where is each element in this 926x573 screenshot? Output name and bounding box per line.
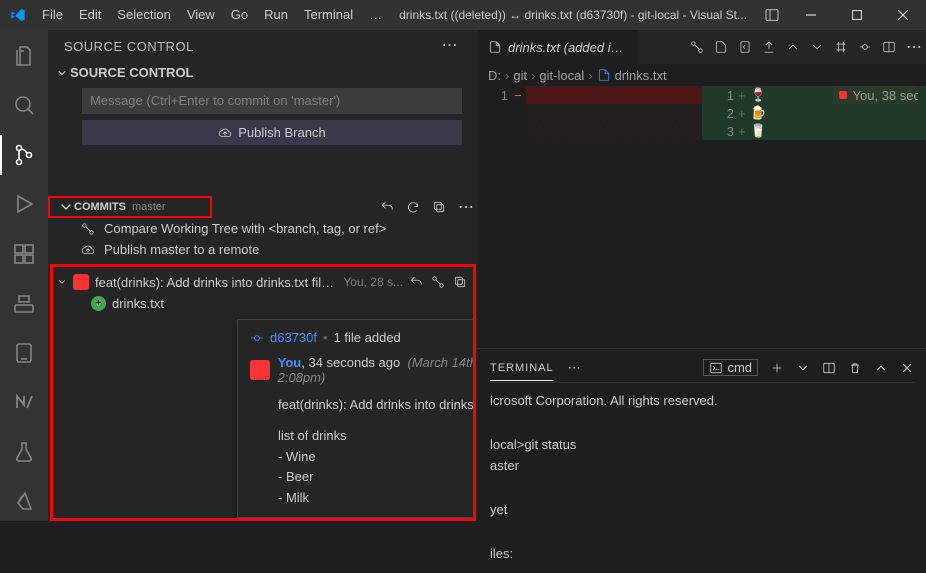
- panel-more-icon[interactable]: ⋯: [442, 38, 459, 54]
- compare-icon[interactable]: [690, 40, 704, 54]
- compare-icon[interactable]: [431, 275, 445, 289]
- menu-edit[interactable]: Edit: [71, 0, 109, 30]
- trash-icon[interactable]: [848, 361, 862, 375]
- remote-icon[interactable]: [0, 284, 48, 324]
- breadcrumbs[interactable]: D:› git› git-local› drinks.txt: [478, 64, 926, 86]
- diff-editor[interactable]: 1 − 1+🍷 You, 38 sec 2+🍺 3+🥛: [478, 86, 926, 140]
- azure-icon[interactable]: [0, 482, 48, 522]
- terminal-panel: TERMINAL ⋯ cmd icrosoft Corporation. All…: [478, 348, 926, 521]
- explorer-icon[interactable]: [0, 36, 48, 76]
- commits-header[interactable]: COMMITS master: [48, 196, 212, 218]
- terminal-profile[interactable]: cmd: [703, 359, 758, 376]
- next-change-icon[interactable]: [810, 40, 824, 54]
- avatar: [73, 274, 89, 290]
- commit-file-entry[interactable]: + drinks.txt: [57, 293, 469, 313]
- cloud-upload-icon: [218, 126, 232, 140]
- avatar: [250, 360, 270, 380]
- menu-file[interactable]: File: [34, 0, 71, 30]
- compare-tree-action[interactable]: Compare Working Tree with <branch, tag, …: [48, 218, 478, 239]
- tablet-icon[interactable]: [0, 333, 48, 373]
- menu-view[interactable]: View: [179, 0, 223, 30]
- menu-go[interactable]: Go: [223, 0, 256, 30]
- minimap[interactable]: [918, 86, 926, 140]
- cloud-upload-icon: [81, 243, 95, 257]
- terminal-body[interactable]: icrosoft Corporation. All rights reserve…: [490, 383, 914, 573]
- more-icon[interactable]: ⋯: [458, 197, 474, 217]
- chevron-up-icon[interactable]: [874, 361, 888, 375]
- more-icon[interactable]: ⋯: [906, 37, 922, 57]
- scm-section-header[interactable]: SOURCE CONTROL: [48, 62, 478, 84]
- publish-remote-action[interactable]: Publish master to a remote: [48, 239, 478, 260]
- publish-branch-button[interactable]: Publish Branch: [82, 120, 462, 146]
- file-icon: [488, 40, 502, 54]
- terminal-icon: [709, 361, 723, 375]
- chevron-down-icon: [57, 274, 67, 290]
- commit-message-input[interactable]: [82, 88, 462, 114]
- compare-icon: [81, 222, 95, 236]
- menu-terminal[interactable]: Terminal: [296, 0, 361, 30]
- commit-body-line: - Beer: [278, 467, 476, 488]
- prev-change-icon[interactable]: [786, 40, 800, 54]
- split-terminal-icon[interactable]: [822, 361, 836, 375]
- window-title: drinks.txt ((deleted)) ↔ drinks.txt (d63…: [390, 8, 756, 22]
- commits-toolbar: ⋯: [380, 197, 478, 217]
- upload-icon[interactable]: [762, 40, 776, 54]
- undo-icon[interactable]: [380, 200, 394, 214]
- blame-annotation[interactable]: You, 38 sec: [833, 86, 926, 104]
- debug-icon[interactable]: [0, 185, 48, 225]
- chevron-down-icon: [58, 199, 74, 215]
- editor-tab[interactable]: drinks.txt (added in d637: [478, 30, 638, 64]
- chevron-down-icon: [56, 65, 68, 81]
- chevron-down-icon[interactable]: [796, 361, 810, 375]
- files-changed-label: 1 file added: [334, 330, 401, 345]
- close-button[interactable]: [880, 0, 926, 30]
- open-file-icon[interactable]: [714, 40, 728, 54]
- commit-icon: [250, 331, 264, 345]
- beaker-icon[interactable]: [0, 432, 48, 472]
- menu-run[interactable]: Run: [256, 0, 296, 30]
- commit-subject: feat(drinks): Add drinks into drinks.txt…: [278, 395, 476, 416]
- nx-icon[interactable]: [0, 383, 48, 423]
- split-editor-icon[interactable]: [882, 40, 896, 54]
- menu-selection[interactable]: Selection: [109, 0, 178, 30]
- vscode-logo: [10, 7, 26, 23]
- minimize-button[interactable]: [788, 0, 834, 30]
- panel-title: Source Control: [64, 39, 442, 54]
- whitespace-icon[interactable]: [834, 40, 848, 54]
- titlebar: File Edit Selection View Go Run Terminal…: [0, 0, 926, 30]
- editor-area: drinks.txt (added in d637 ⋯ D:› git› git…: [478, 30, 926, 521]
- added-badge-icon: +: [91, 296, 106, 311]
- collapse-icon[interactable]: [858, 40, 872, 54]
- activity-bar: [0, 30, 48, 521]
- menu-overflow[interactable]: …: [361, 0, 390, 30]
- source-control-icon[interactable]: [0, 135, 48, 175]
- maximize-button[interactable]: [834, 0, 880, 30]
- new-terminal-icon[interactable]: [770, 361, 784, 375]
- editor-tab-actions: ⋯: [690, 37, 922, 57]
- terminal-tab[interactable]: TERMINAL: [490, 362, 554, 374]
- commits-section: COMMITS master ⋯ Compare Working Tree wi…: [48, 196, 478, 521]
- go-to-file-icon[interactable]: [738, 40, 752, 54]
- refresh-icon[interactable]: [406, 200, 420, 214]
- undo-icon[interactable]: [409, 275, 423, 289]
- commit-details-highlight: feat(drinks): Add drinks into drinks.txt…: [50, 264, 476, 521]
- close-icon[interactable]: [900, 361, 914, 375]
- search-icon[interactable]: [0, 86, 48, 126]
- commit-hover-card: d63730f • 1 file added You, 34 seconds a…: [237, 319, 476, 518]
- commit-entry[interactable]: feat(drinks): Add drinks into drinks.txt…: [57, 271, 469, 293]
- copy-icon[interactable]: [432, 200, 446, 214]
- author-label: You: [278, 355, 302, 370]
- file-icon: [597, 68, 611, 82]
- commit-body-line: - Wine: [278, 447, 476, 468]
- source-control-sidebar: Source Control ⋯ SOURCE CONTROL Publish …: [48, 30, 478, 521]
- menu-bar: File Edit Selection View Go Run Terminal…: [34, 0, 390, 30]
- layout-control-icon[interactable]: [756, 7, 788, 23]
- copy-icon[interactable]: [453, 275, 467, 289]
- commit-sha[interactable]: d63730f: [270, 330, 317, 345]
- commit-body-line: - Milk: [278, 488, 476, 509]
- panel-more-icon[interactable]: ⋯: [554, 360, 595, 376]
- extensions-icon[interactable]: [0, 234, 48, 274]
